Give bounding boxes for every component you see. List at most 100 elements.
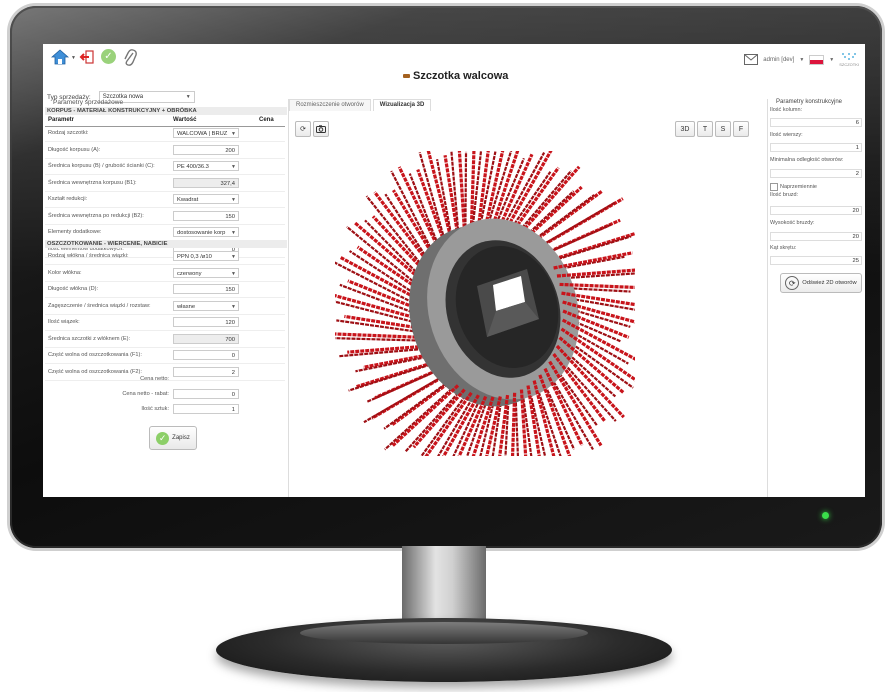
chevron-down-icon: ▼	[231, 254, 236, 260]
quantity-label: Ilość sztuk:	[141, 406, 169, 412]
language-chevron-icon[interactable]: ▼	[829, 57, 834, 63]
bristle-tuft	[464, 151, 468, 233]
groove-height-label: Wysokość bruzdy:	[770, 220, 815, 226]
param-input[interactable]: 200	[173, 144, 239, 155]
param-select[interactable]: dostosowanie korp ▼	[173, 227, 239, 237]
user-menu-chevron-icon[interactable]: ▼	[799, 57, 804, 63]
view-side-button[interactable]: S	[715, 121, 731, 137]
app-screen: ▼ ✓ Szczotka walcowa admin [dev] ▼ ▼ SZC…	[43, 44, 865, 497]
param-value: 0	[231, 353, 235, 359]
param-value: PE 400/36.3	[177, 164, 209, 170]
logout-icon[interactable]	[79, 49, 95, 65]
brush-3d-render[interactable]	[335, 151, 635, 456]
min-hole-distance-input[interactable]: 2	[770, 169, 862, 178]
table-row: Średnica szczotki z włóknem (E): 700	[45, 333, 285, 348]
param-select[interactable]: PPN 0,3 /ø10 ▼	[173, 251, 239, 261]
param-input[interactable]: 120	[173, 317, 239, 327]
mail-icon[interactable]	[744, 54, 759, 65]
param-select[interactable]: Kwadrat ▼	[173, 194, 239, 204]
param-label: Rodzaj włókna / średnica wiązki:	[48, 253, 129, 259]
param-label: Ilość wiązek:	[48, 319, 80, 325]
paperclip-icon[interactable]	[123, 49, 137, 67]
table-row: Średnica korpusu (B) / grubość ścianki (…	[45, 160, 285, 175]
language-flag-icon[interactable]	[809, 54, 825, 65]
view-3d-button[interactable]: 3D	[675, 121, 695, 137]
alternate-checkbox-row[interactable]: Naprzemiennie	[770, 183, 817, 191]
refresh-icon: ⟳	[785, 276, 800, 290]
page-title: Szczotka walcowa	[403, 70, 508, 82]
param-value: czerwony	[177, 270, 202, 277]
bristle-tuft	[457, 151, 467, 233]
grooves-count-label: Ilość bruzd:	[770, 192, 799, 198]
tab-bar: Rozmieszczenie otworów Wizualizacja 3D	[289, 99, 433, 111]
table-row: Elementy dodatkowe: dostosowanie korp ▼	[45, 226, 285, 241]
title-bullet-icon	[403, 74, 410, 78]
user-menu[interactable]: admin [dev]	[763, 57, 794, 63]
refresh-2d-button[interactable]: ⟳ Odśwież 2D otworów	[780, 273, 862, 293]
monitor-stand-base-top	[300, 622, 588, 644]
save-button[interactable]: ✓ Zapisz	[149, 426, 197, 450]
chevron-down-icon: ▼	[231, 303, 236, 310]
section-header-bristles: OSZCZOTKOWANIE - WIERCENIE, NABICIE	[45, 240, 287, 248]
param-label: Zagęszczenie / średnica wiązki / rozstaw…	[48, 302, 151, 309]
twist-angle-label: Kąt skrętu:	[770, 245, 797, 251]
bristle-tuft	[457, 395, 488, 456]
save-button-label: Zapisz	[172, 435, 190, 441]
param-input: 700	[173, 333, 239, 344]
center-panel: Rozmieszczenie otworów Wizualizacja 3D ⟳…	[288, 99, 766, 497]
param-value: 120	[225, 320, 235, 326]
net-discount-row: Cena netto - rabat: 0	[45, 388, 285, 402]
param-label: Długość korpusu (A):	[48, 146, 101, 153]
chevron-down-icon: ▼	[231, 230, 236, 236]
check-icon: ✓	[156, 431, 170, 445]
param-select[interactable]: PE 400/36.3 ▼	[173, 161, 239, 171]
twist-angle-input[interactable]: 25	[770, 256, 862, 265]
camera-icon[interactable]	[313, 121, 329, 137]
param-select[interactable]: własne ▼	[173, 300, 239, 311]
param-input[interactable]: 0	[173, 350, 239, 360]
param-value: 327,4	[220, 180, 235, 187]
chevron-down-icon: ▼	[231, 164, 236, 170]
param-value: dostosowanie korp	[177, 230, 226, 236]
grooves-count-input[interactable]: 20	[770, 206, 862, 215]
bristle-tuft	[335, 332, 427, 340]
min-hole-distance-label: Minimalna odległość otworów:	[770, 157, 844, 163]
power-led	[822, 512, 829, 519]
company-logo-text: SZCZOTKI	[839, 62, 859, 67]
table-row: Zagęszczenie / średnica wiązki / rozstaw…	[45, 300, 285, 315]
table-row: Kształt redukcji: Kwadrat ▼	[45, 193, 285, 208]
param-label: Kształt redukcji:	[48, 196, 88, 202]
alternate-checkbox[interactable]	[770, 183, 778, 191]
net-discount-label: Cena netto - rabat:	[122, 391, 169, 397]
net-discount-input[interactable]: 0	[173, 389, 239, 399]
column-param: Parametr	[48, 117, 75, 123]
table-row: Rodzaj włókna / średnica wiązki: PPN 0,3 …	[45, 250, 285, 265]
home-icon[interactable]	[51, 49, 69, 65]
param-input[interactable]: 150	[173, 284, 239, 294]
param-value: 150	[225, 287, 235, 293]
view-front-button[interactable]: F	[733, 121, 749, 137]
column-price: Cena	[259, 117, 274, 123]
tab-3d-visualization[interactable]: Wizualizacja 3D	[372, 99, 432, 111]
rows-count-input[interactable]: 1	[770, 143, 862, 152]
chevron-down-icon: ▼	[231, 270, 236, 277]
right-panel: Parametry konstrukcyjne Ilość kolumn: 6 …	[767, 99, 865, 497]
home-dropdown-icon[interactable]: ▼	[71, 55, 76, 61]
rotate-icon[interactable]: ⟳	[295, 121, 311, 137]
param-label: Długość włókna (D):	[48, 286, 99, 292]
param-input[interactable]: 150	[173, 210, 239, 221]
check-icon[interactable]: ✓	[101, 49, 116, 64]
param-select[interactable]: WALCOWA | BRUZ ▼	[173, 128, 239, 138]
param-value: Kwadrat	[177, 197, 199, 203]
param-select[interactable]: czerwony ▼	[173, 267, 239, 278]
refresh-2d-label: Odśwież 2D otworów	[802, 280, 857, 286]
columns-count-input[interactable]: 6	[770, 118, 862, 127]
left-panel: Typ sprzedaży: Szczotka nowa ▼ Parametry…	[43, 91, 287, 497]
section-header-body: KORPUS - MATERIAŁ KONSTRUKCYJNY + OBRÓBK…	[45, 107, 287, 115]
param-value: własne	[177, 303, 196, 310]
groove-height-input[interactable]: 20	[770, 232, 862, 241]
quantity-input[interactable]: 1	[173, 404, 239, 414]
section-title-sales: Parametry sprzedażowe	[53, 99, 124, 106]
tab-hole-layout[interactable]: Rozmieszczenie otworów	[289, 99, 371, 111]
view-top-button[interactable]: T	[697, 121, 713, 137]
